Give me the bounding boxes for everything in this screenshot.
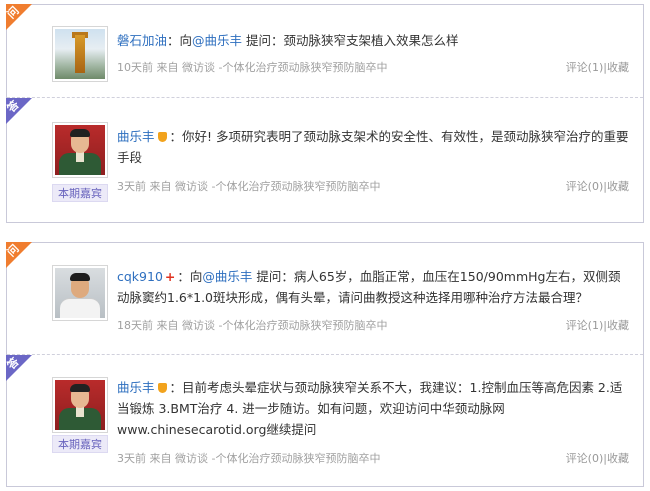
actions: 评论(1)|收藏 bbox=[566, 318, 629, 334]
answer-block: 答 本期嘉宾 曲乐丰 ：你好! 多项研究表明了颈动脉支架术的安全性、有效性，是颈动… bbox=[5, 98, 643, 223]
question-text: 磐石加油：向@曲乐丰 提问：颈动脉狭窄支架植入效果怎么样 bbox=[117, 30, 629, 51]
actions: 评论(1)|收藏 bbox=[566, 60, 629, 76]
timestamp: 3天前 bbox=[117, 180, 146, 193]
username-link[interactable]: 曲乐丰 bbox=[117, 380, 155, 395]
avatar[interactable] bbox=[52, 265, 108, 321]
question-body: 提问：颈动脉狭窄支架植入效果怎么样 bbox=[242, 33, 459, 48]
answer-body: ：目前考虑头晕症状与颈动脉狭窄关系不大，我建议：1.控制血压等高危因素 2.适当… bbox=[117, 380, 623, 437]
connector-text: ：向 bbox=[167, 33, 193, 48]
username-link[interactable]: 曲乐丰 bbox=[117, 129, 155, 144]
guest-badge: 本期嘉宾 bbox=[52, 435, 108, 453]
answer-text: 曲乐丰 ：你好! 多项研究表明了颈动脉支架术的安全性、有效性，是颈动脉狭窄治疗的重… bbox=[117, 126, 629, 168]
actions: 评论(0)|收藏 bbox=[566, 179, 629, 195]
favorite-link[interactable]: 收藏 bbox=[607, 319, 629, 332]
username-link[interactable]: 磐石加油 bbox=[117, 33, 167, 48]
qa-card-1: 问 磐石加油：向@曲乐丰 提问：颈动脉狭窄支架植入效果怎么样 10天前 来自 微… bbox=[5, 4, 644, 223]
source-link[interactable]: 来自 微访谈 -个体化治疗颈动脉狭窄预防脑卒中 bbox=[157, 319, 388, 332]
guest-badge: 本期嘉宾 bbox=[52, 184, 108, 202]
answer-meta: 3天前 来自 微访谈 -个体化治疗颈动脉狭窄预防脑卒中 评论(0)|收藏 bbox=[117, 179, 629, 195]
qa-card-2: 问 cqk910 + ：向@曲乐丰 提问：病人65岁，血脂正常，血压在150/90m… bbox=[5, 242, 644, 487]
mention-link[interactable]: @曲乐丰 bbox=[202, 269, 252, 284]
comment-link[interactable]: 评论(0) bbox=[566, 180, 604, 193]
answer-block: 答 本期嘉宾 曲乐丰 ：目前考虑头晕症状与颈动脉狭窄关系不大，我建议：1.控制血压… bbox=[5, 355, 643, 485]
question-meta: 10天前 来自 微访谈 -个体化治疗颈动脉狭窄预防脑卒中 评论(1)|收藏 bbox=[117, 60, 629, 76]
comment-link[interactable]: 评论(1) bbox=[566, 61, 604, 74]
favorite-link[interactable]: 收藏 bbox=[607, 452, 629, 465]
favorite-link[interactable]: 收藏 bbox=[607, 61, 629, 74]
connector-text: ：向 bbox=[177, 269, 203, 284]
favorite-link[interactable]: 收藏 bbox=[607, 180, 629, 193]
question-block: 问 cqk910 + ：向@曲乐丰 提问：病人65岁，血脂正常，血压在150/90m… bbox=[5, 242, 643, 353]
question-text: cqk910 + ：向@曲乐丰 提问：病人65岁，血脂正常，血压在150/90mmH… bbox=[117, 266, 629, 308]
question-block: 问 磐石加油：向@曲乐丰 提问：颈动脉狭窄支架植入效果怎么样 10天前 来自 微… bbox=[5, 4, 643, 96]
avatar[interactable] bbox=[52, 377, 108, 433]
username-link[interactable]: cqk910 bbox=[117, 269, 163, 284]
question-meta: 18天前 来自 微访谈 -个体化治疗颈动脉狭窄预防脑卒中 评论(1)|收藏 bbox=[117, 318, 629, 334]
follow-plus-icon[interactable]: + bbox=[165, 269, 175, 284]
answer-meta: 3天前 来自 微访谈 -个体化治疗颈动脉狭窄预防脑卒中 评论(0)|收藏 bbox=[117, 451, 629, 467]
source-link[interactable]: 来自 微访谈 -个体化治疗颈动脉狭窄预防脑卒中 bbox=[150, 180, 381, 193]
mention-link[interactable]: @曲乐丰 bbox=[192, 33, 242, 48]
comment-link[interactable]: 评论(1) bbox=[566, 319, 604, 332]
source-link[interactable]: 来自 微访谈 -个体化治疗颈动脉狭窄预防脑卒中 bbox=[157, 61, 388, 74]
timestamp: 3天前 bbox=[117, 452, 146, 465]
answer-body: ：你好! 多项研究表明了颈动脉支架术的安全性、有效性，是颈动脉狭窄治疗的重要手段 bbox=[117, 129, 629, 165]
timestamp: 10天前 bbox=[117, 61, 153, 74]
source-link[interactable]: 来自 微访谈 -个体化治疗颈动脉狭窄预防脑卒中 bbox=[150, 452, 381, 465]
timestamp: 18天前 bbox=[117, 319, 153, 332]
comment-link[interactable]: 评论(0) bbox=[566, 452, 604, 465]
actions: 评论(0)|收藏 bbox=[566, 451, 629, 467]
avatar[interactable] bbox=[52, 122, 108, 178]
answer-text: 曲乐丰 ：目前考虑头晕症状与颈动脉狭窄关系不大，我建议：1.控制血压等高危因素 2… bbox=[117, 377, 629, 440]
avatar[interactable] bbox=[52, 26, 108, 82]
verified-badge-icon bbox=[157, 132, 167, 142]
verified-badge-icon bbox=[157, 383, 167, 393]
